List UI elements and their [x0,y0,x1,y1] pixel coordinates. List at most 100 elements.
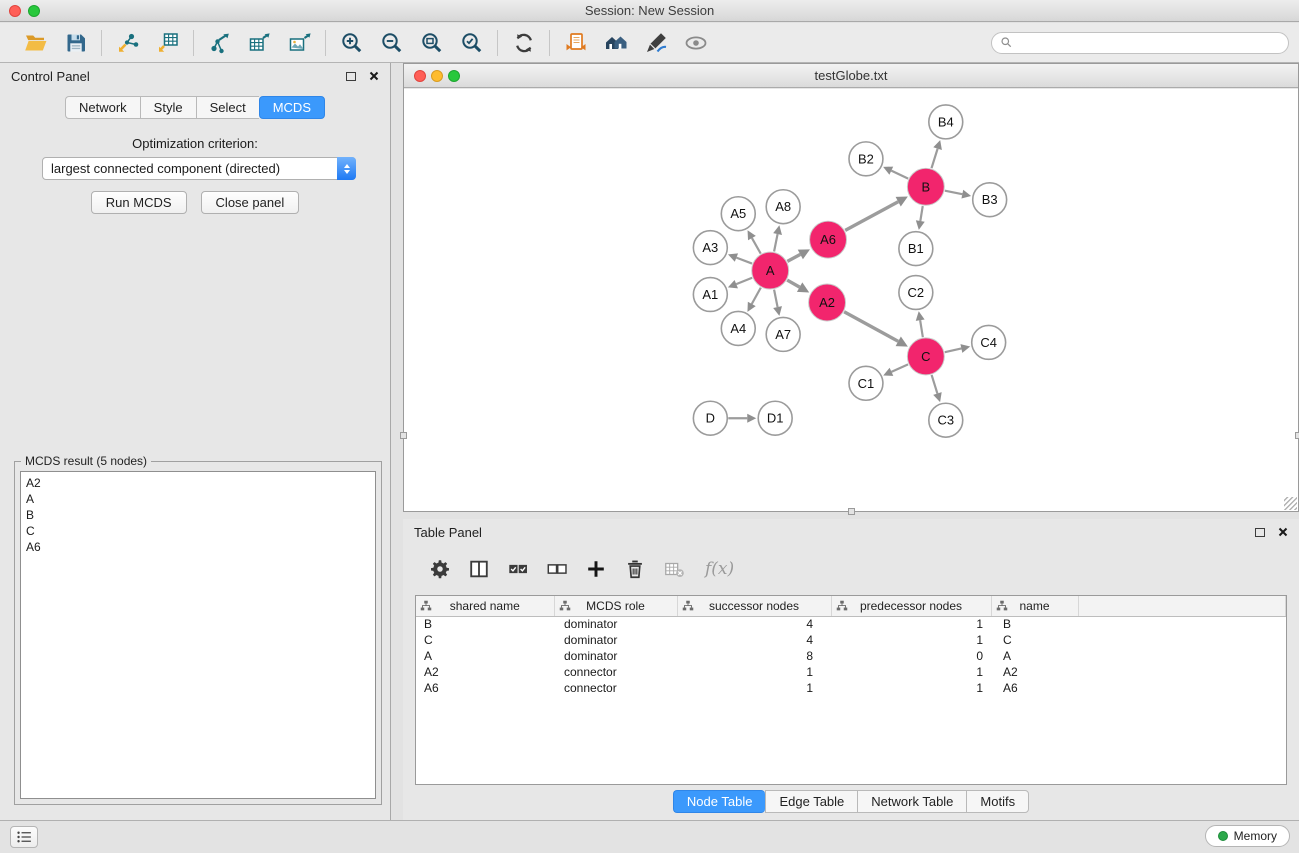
resize-handle-right[interactable] [1295,432,1299,439]
delete-table-icon[interactable] [662,558,685,581]
resize-handle-left[interactable] [400,432,407,439]
table-cell[interactable]: A [991,648,1078,664]
graph-node-C3[interactable]: C3 [929,403,963,437]
graph-edge-A-A3[interactable] [736,258,752,264]
column-header-predecessor-nodes[interactable]: predecessor nodes [831,596,991,616]
graph-node-C2[interactable]: C2 [899,276,933,310]
close-panel-button[interactable]: Close panel [201,191,300,214]
run-mcds-button[interactable]: Run MCDS [91,191,187,214]
graph-node-A2[interactable]: A2 [809,284,846,321]
graph-node-C4[interactable]: C4 [972,325,1006,359]
table-cell[interactable]: 1 [831,616,991,632]
graph-node-A1[interactable]: A1 [693,278,727,312]
network-overview-icon[interactable] [562,29,589,56]
tab-select[interactable]: Select [196,96,259,119]
graph-edge-C-C2[interactable] [920,320,923,337]
fx-icon[interactable]: f(x) [701,559,734,579]
table-row[interactable]: Cdominator41C [416,632,1286,648]
graph-edge-B-B1[interactable] [920,206,922,221]
delete-icon[interactable] [623,558,646,581]
column-header-MCDS-role[interactable]: MCDS role [554,596,677,616]
mcds-result-list[interactable]: A2ABCA6 [20,471,376,799]
tab-style[interactable]: Style [140,96,196,119]
close-window-button[interactable] [9,5,21,17]
table-row[interactable]: Adominator80A [416,648,1286,664]
table-row[interactable]: A6connector11A6 [416,680,1286,696]
table-cell[interactable]: 1 [831,664,991,680]
tab-network-table[interactable]: Network Table [857,790,966,813]
table-cell[interactable]: 4 [677,632,831,648]
zoom-in-icon[interactable] [338,29,365,56]
graph-edge-A-A8[interactable] [774,234,777,251]
show-hide-icon[interactable] [682,29,709,56]
graph-node-A6[interactable]: A6 [810,221,847,258]
table-settings-icon[interactable] [428,558,451,581]
graph-edge-B-B3[interactable] [945,191,962,194]
deselect-all-icon[interactable] [545,558,568,581]
show-columns-icon[interactable] [467,558,490,581]
table-cell[interactable]: dominator [554,632,677,648]
network-zoom-button[interactable] [448,70,460,82]
graph-edge-B-B4[interactable] [932,149,938,169]
apply-layout-icon[interactable] [510,29,537,56]
table-cell[interactable]: A [416,648,554,664]
close-panel-icon[interactable] [369,69,379,84]
graph-edge-A6-B[interactable] [845,202,898,231]
first-neighbors-icon[interactable] [602,29,629,56]
table-cell[interactable]: connector [554,680,677,696]
network-minimize-button[interactable] [431,70,443,82]
graph-node-A8[interactable]: A8 [766,190,800,224]
table-cell[interactable]: 0 [831,648,991,664]
table-cell[interactable]: 1 [677,680,831,696]
mcds-result-item[interactable]: C [26,523,370,539]
add-icon[interactable] [584,558,607,581]
graph-edge-C-C4[interactable] [945,348,962,352]
mcds-result-item[interactable]: A [26,491,370,507]
import-network-icon[interactable] [114,29,141,56]
graph-edge-A-A5[interactable] [752,238,761,254]
table-cell[interactable]: A6 [991,680,1078,696]
graph-node-A5[interactable]: A5 [721,197,755,231]
annotation-icon[interactable] [642,29,669,56]
table-cell[interactable]: B [991,616,1078,632]
table-cell[interactable]: 8 [677,648,831,664]
graph-edge-A2-C[interactable] [844,312,898,342]
graph-node-B2[interactable]: B2 [849,142,883,176]
graph-edge-A-A7[interactable] [774,290,777,307]
column-header-name[interactable]: name [991,596,1078,616]
table-cell[interactable]: A2 [991,664,1078,680]
column-header-shared-name[interactable]: shared name [416,596,554,616]
graph-node-A3[interactable]: A3 [693,231,727,265]
graph-edge-A-A4[interactable] [752,288,761,304]
mcds-result-item[interactable]: A6 [26,539,370,555]
table-cell[interactable]: dominator [554,616,677,632]
table-cell[interactable]: B [416,616,554,632]
graph-node-A4[interactable]: A4 [721,311,755,345]
mcds-result-item[interactable]: B [26,507,370,523]
table-cell[interactable]: connector [554,664,677,680]
table-cell[interactable]: A6 [416,680,554,696]
import-table-icon[interactable] [154,29,181,56]
table-cell[interactable]: C [991,632,1078,648]
resize-handle-bottom[interactable] [848,508,855,515]
table-cell[interactable]: C [416,632,554,648]
graph-edge-B-B2[interactable] [891,171,908,179]
graph-node-C1[interactable]: C1 [849,366,883,400]
tab-edge-table[interactable]: Edge Table [765,790,857,813]
graph-node-D1[interactable]: D1 [758,401,792,435]
table-cell[interactable]: 1 [831,632,991,648]
graph-edge-C-C3[interactable] [932,375,938,394]
graph-edge-C-C1[interactable] [891,364,908,371]
close-table-panel-icon[interactable] [1278,525,1288,540]
graph-edge-A-A2[interactable] [787,280,799,287]
export-image-icon[interactable] [286,29,313,56]
select-all-icon[interactable] [506,558,529,581]
zoom-selected-icon[interactable] [458,29,485,56]
graph-node-D[interactable]: D [693,401,727,435]
table-cell[interactable]: 1 [677,664,831,680]
table-row[interactable]: A2connector11A2 [416,664,1286,680]
graph-node-B3[interactable]: B3 [973,183,1007,217]
search-box[interactable] [991,32,1289,54]
optimization-criterion-select[interactable]: largest connected component (directed) [42,157,356,180]
resize-grip-corner[interactable] [1284,497,1297,510]
